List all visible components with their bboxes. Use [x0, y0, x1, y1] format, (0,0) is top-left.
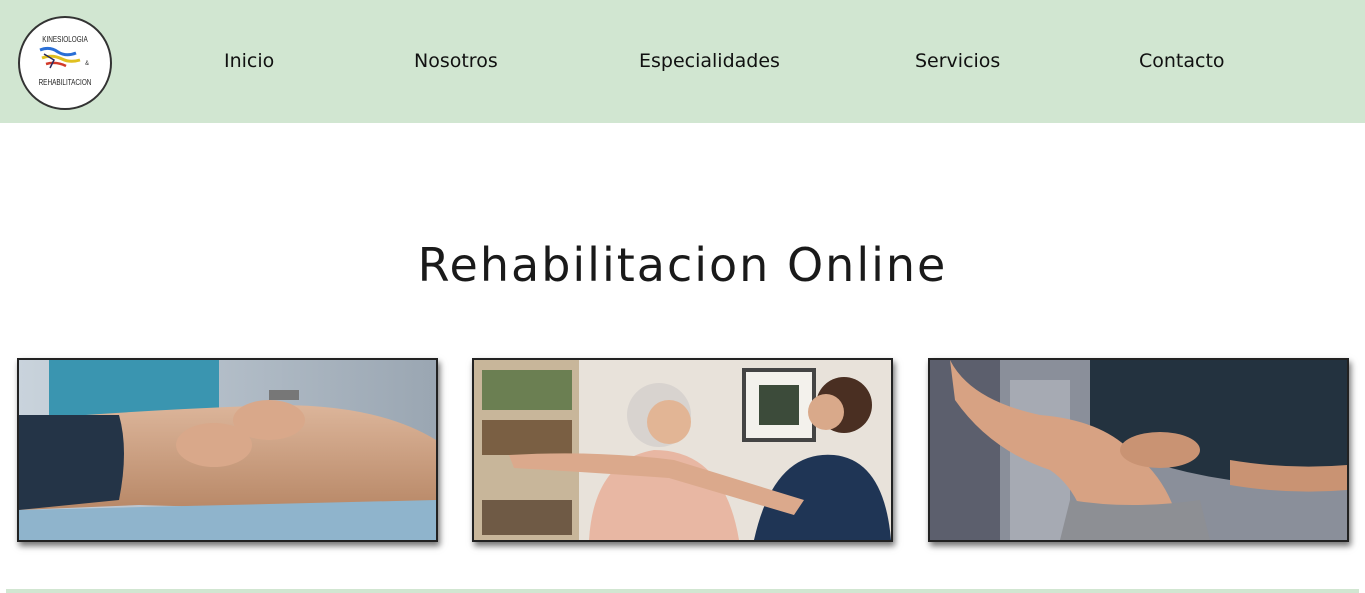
photo-card-leg-stretch[interactable]: [928, 358, 1349, 542]
photo-card-senior-therapy[interactable]: [472, 358, 893, 542]
nav-item-inicio[interactable]: Inicio: [224, 50, 274, 72]
site-logo[interactable]: KINESIOLOGIA & REHABILITACION: [18, 16, 112, 110]
logo-ampersand: &: [85, 61, 90, 67]
nav-item-especialidades[interactable]: Especialidades: [639, 50, 780, 72]
site-header: KINESIOLOGIA & REHABILITACION Inicio Nos…: [0, 0, 1365, 123]
page-title: Rehabilitacion Online: [417, 238, 948, 292]
back-massage-image: [19, 360, 436, 540]
logo-top-text: KINESIOLOGIA: [42, 35, 88, 44]
runner-figure-icon: [39, 46, 81, 69]
leg-stretch-image: [930, 360, 1347, 540]
nav-item-servicios[interactable]: Servicios: [915, 50, 1000, 72]
senior-therapy-image: [474, 360, 891, 540]
footer-divider: [6, 589, 1359, 593]
nav-item-contacto[interactable]: Contacto: [1139, 50, 1225, 72]
nav-item-nosotros[interactable]: Nosotros: [414, 50, 498, 72]
logo-bottom-text: REHABILITACION: [38, 78, 92, 87]
photo-card-back-massage[interactable]: [17, 358, 438, 542]
